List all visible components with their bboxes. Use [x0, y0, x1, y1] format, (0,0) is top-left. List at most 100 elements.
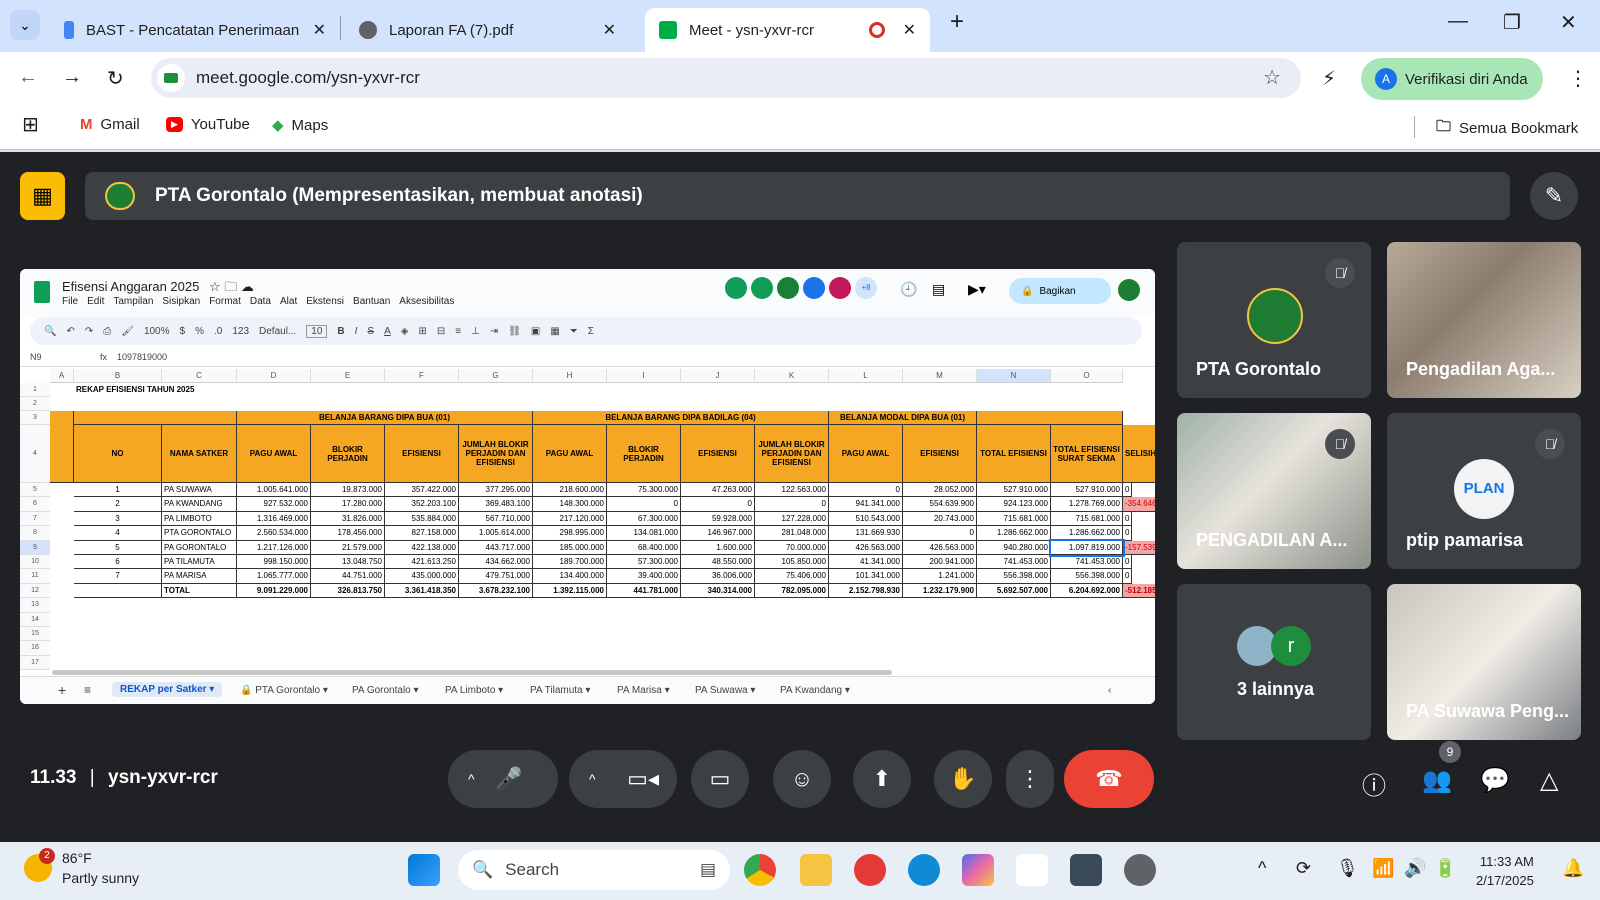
table-cell[interactable]: 326.813.750	[311, 583, 385, 599]
table-cell[interactable]: PTA GORONTALO	[162, 526, 237, 541]
table-cell[interactable]: 741.453.000	[977, 555, 1051, 570]
table-cell[interactable]: 527.910.000	[977, 483, 1051, 498]
column-title[interactable]: BLOKIR PERJADIN	[607, 425, 681, 483]
participant-tile[interactable]: r 3 lainnya	[1177, 584, 1371, 740]
table-cell[interactable]: 426.563.000	[903, 540, 977, 555]
table-cell[interactable]: 1	[74, 483, 162, 498]
table-cell[interactable]: 741.453.000	[1051, 555, 1123, 570]
sheet-tab-pa-gorontalo[interactable]: PA Gorontalo ▾	[352, 685, 419, 696]
scroll-tabs-left-icon[interactable]: ‹	[1108, 685, 1111, 696]
row-header[interactable]: 16	[20, 641, 50, 656]
row-header[interactable]: 9	[20, 540, 50, 555]
column-header[interactable]: A	[50, 369, 74, 383]
row-header[interactable]: 10	[20, 555, 50, 570]
header-fill[interactable]	[50, 411, 74, 483]
table-cell[interactable]	[74, 583, 162, 599]
merge-icon[interactable]: ⊟	[437, 326, 445, 337]
sheet-tab-pa-tilamuta[interactable]: PA Tilamuta ▾	[530, 685, 590, 696]
table-cell[interactable]: 924.123.000	[977, 497, 1051, 512]
present-button[interactable]: ⬆	[853, 750, 911, 808]
table-cell[interactable]: 4	[74, 526, 162, 541]
more-options-button[interactable]: ⋮	[1006, 750, 1054, 808]
tab-laporan[interactable]: Laporan FA (7).pdf ✕	[345, 8, 630, 52]
table-cell[interactable]: 556.398.000	[977, 569, 1051, 584]
table-cell[interactable]: 340.314.000	[681, 583, 755, 599]
column-header[interactable]: O	[1051, 369, 1123, 383]
table-cell[interactable]: 1.316.469.000	[237, 511, 311, 527]
table-cell[interactable]: 122.563.000	[755, 483, 829, 498]
menu-file[interactable]: File	[62, 296, 78, 307]
table-cell[interactable]: 554.639.900	[903, 497, 977, 512]
table-cell[interactable]: 6	[74, 555, 162, 570]
table-cell[interactable]: PA SUWAWA	[162, 483, 237, 498]
column-header[interactable]: N	[977, 369, 1051, 383]
avatar[interactable]	[803, 277, 825, 299]
activities-icon[interactable]: △	[1540, 766, 1558, 795]
taskbar-search[interactable]: 🔍 Search ▤	[458, 850, 730, 890]
column-title[interactable]: PAGU AWAL	[237, 425, 311, 483]
table-cell[interactable]: 28.052.000	[903, 483, 977, 498]
column-header[interactable]: E	[311, 369, 385, 383]
menu-tools[interactable]: Alat	[280, 296, 297, 307]
table-cell[interactable]: 434.662.000	[459, 555, 533, 570]
table-cell[interactable]: -354.646.000	[1123, 497, 1155, 512]
table-cell[interactable]: 17.280.000	[311, 497, 385, 512]
menu-view[interactable]: Tampilan	[113, 296, 153, 307]
table-cell[interactable]: 1.217.126.000	[237, 540, 311, 555]
currency-icon[interactable]: $	[180, 326, 186, 337]
table-cell[interactable]: 0	[1123, 483, 1133, 498]
sheet-tab-rekap[interactable]: REKAP per Satker ▾	[112, 682, 223, 697]
table-cell[interactable]: 527.910.000	[1051, 483, 1123, 498]
paint-format-icon[interactable]: 🖌	[121, 326, 134, 337]
table-cell[interactable]: 479.751.000	[459, 569, 533, 584]
table-cell[interactable]: 3	[74, 511, 162, 527]
edge-icon[interactable]	[908, 854, 940, 886]
table-cell[interactable]: 127.228.000	[755, 511, 829, 527]
bookmark-maps[interactable]: ◆ Maps	[272, 116, 328, 135]
row-header[interactable]: 17	[20, 655, 50, 671]
name-box[interactable]: N9	[30, 352, 42, 362]
table-cell[interactable]: 75.300.000	[607, 483, 681, 498]
table-cell[interactable]: 0	[829, 483, 903, 498]
column-title[interactable]: SELISIH	[1123, 425, 1155, 483]
sheet-tab-pa-suwawa[interactable]: PA Suwawa ▾	[695, 685, 755, 696]
table-cell[interactable]: PA TILAMUTA	[162, 555, 237, 570]
table-cell[interactable]: 0	[607, 497, 681, 512]
column-title[interactable]: EFISIENSI	[681, 425, 755, 483]
table-cell[interactable]: 39.400.000	[607, 569, 681, 584]
table-cell[interactable]: 101.341.000	[829, 569, 903, 584]
more-menu-icon[interactable]: ⋮	[1568, 66, 1588, 91]
table-cell[interactable]: 218.600.000	[533, 483, 607, 498]
table-cell[interactable]: 105.850.000	[755, 555, 829, 570]
participant-tile[interactable]: Pengadilan Aga...	[1387, 242, 1581, 398]
captions-button[interactable]: ▭	[691, 750, 749, 808]
table-cell[interactable]: -157.539.000	[1123, 540, 1155, 555]
table-cell[interactable]: -512.185.000	[1123, 583, 1155, 599]
table-cell[interactable]: PA KWANDANG	[162, 497, 237, 512]
row-header[interactable]: 2	[20, 397, 50, 411]
redo-icon[interactable]: ↷	[85, 326, 93, 337]
table-cell[interactable]: 0	[1123, 555, 1133, 570]
table-cell[interactable]: 9.091.229.000	[237, 583, 311, 599]
column-title[interactable]: NO	[74, 425, 162, 483]
table-cell[interactable]: 1.286.662.000	[1051, 526, 1123, 541]
table-cell[interactable]: 510.543.000	[829, 511, 903, 527]
column-title[interactable]: BLOKIR PERJADIN	[311, 425, 385, 483]
column-header[interactable]: G	[459, 369, 533, 383]
row-header[interactable]: 14	[20, 612, 50, 627]
horizontal-scrollbar[interactable]	[52, 670, 892, 675]
column-title[interactable]: TOTAL EFISIENSI SURAT SEKMA	[1051, 425, 1123, 483]
column-header[interactable]: M	[903, 369, 977, 383]
calculator-icon[interactable]	[1070, 854, 1102, 886]
volume-icon[interactable]: 🔊	[1404, 858, 1426, 879]
forward-button[interactable]: →	[62, 66, 82, 89]
table-cell[interactable]: 44.751.000	[311, 569, 385, 584]
reload-button[interactable]: ↻	[107, 66, 124, 91]
apps-icon[interactable]: ⊞	[22, 112, 39, 137]
table-cell[interactable]: 1.232.179.900	[903, 583, 977, 599]
annotate-pen-icon[interactable]: ✎	[1530, 172, 1578, 220]
print-icon[interactable]: ⎙	[103, 326, 111, 337]
avatar[interactable]	[829, 277, 851, 299]
leave-call-button[interactable]: ☎	[1064, 750, 1154, 808]
group-header[interactable]: BELANJA BARANG DIPA BUA (01)	[237, 411, 533, 425]
